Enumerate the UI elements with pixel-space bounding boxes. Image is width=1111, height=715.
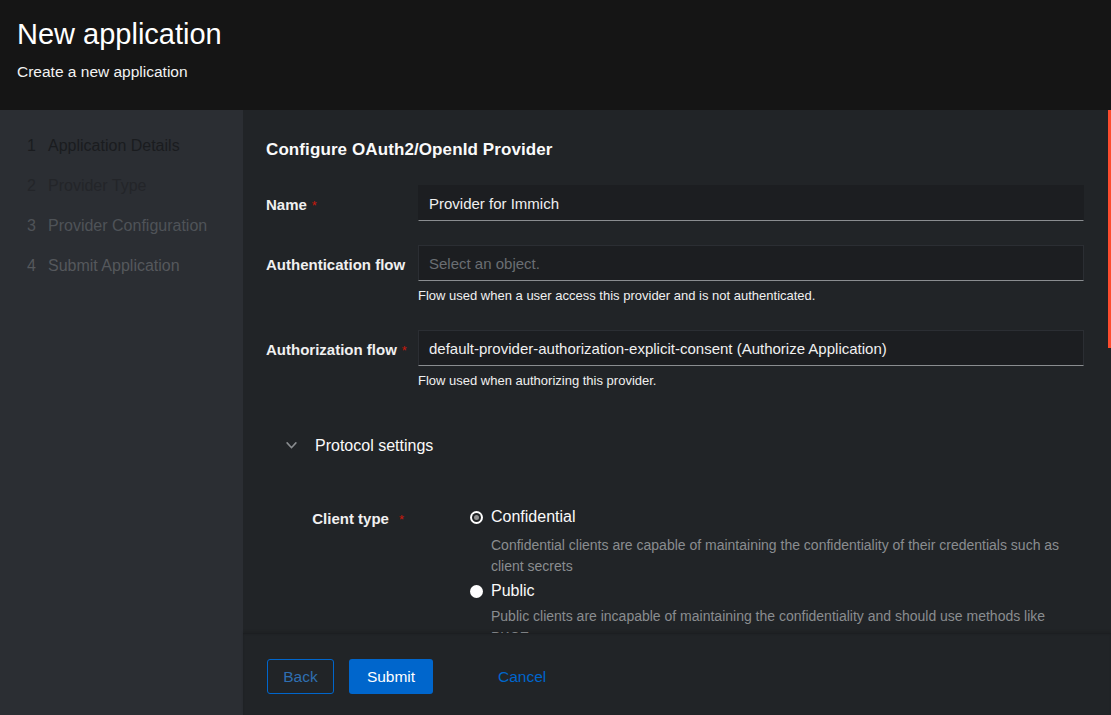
wizard-step-number: 2 xyxy=(27,177,48,195)
client-type-label: Client type* xyxy=(266,507,418,633)
client-type-option-public: Public Public clients are incapable of m… xyxy=(470,581,1084,633)
protocol-settings-toggle[interactable]: Protocol settings xyxy=(266,436,1084,456)
chevron-down-icon xyxy=(286,442,297,449)
form-row-authorization-flow: Authorization flow* Flow used when autho… xyxy=(266,330,1084,389)
name-label: Name* xyxy=(266,185,418,221)
wizard-step-application-details[interactable]: 1 Application Details xyxy=(0,126,243,166)
radio-public-label: Public xyxy=(491,582,535,600)
form-row-client-type: Client type* Confidential Confidential c… xyxy=(266,507,1084,633)
submit-button[interactable]: Submit xyxy=(349,659,433,694)
wizard-step-label: Application Details xyxy=(48,137,180,155)
page-header: New application Create a new application xyxy=(0,0,1111,110)
authorization-flow-helper: Flow used when authorizing this provider… xyxy=(418,373,1084,389)
page-subtitle: Create a new application xyxy=(17,63,1087,81)
page-title: New application xyxy=(17,19,1087,49)
wizard-step-label: Provider Configuration xyxy=(48,217,207,235)
wizard-step-number: 1 xyxy=(27,137,48,155)
protocol-settings-label: Protocol settings xyxy=(315,437,433,455)
radio-confidential-label: Confidential xyxy=(491,508,576,526)
authentication-flow-label: Authentication flow xyxy=(266,245,418,304)
required-asterisk: * xyxy=(312,198,317,213)
name-input[interactable] xyxy=(418,185,1084,221)
authentication-flow-select[interactable] xyxy=(418,245,1084,281)
client-type-radio-group: Confidential Confidential clients are ca… xyxy=(418,507,1084,633)
authorization-flow-select[interactable] xyxy=(418,330,1084,366)
radio-confidential[interactable] xyxy=(470,511,483,524)
content-heading: Configure OAuth2/OpenId Provider xyxy=(266,140,1084,159)
client-type-option-confidential: Confidential Confidential clients are ca… xyxy=(470,507,1084,577)
wizard-step-number: 4 xyxy=(27,257,48,275)
wizard-step-label: Provider Type xyxy=(48,177,146,195)
radio-public-desc: Public clients are incapable of maintain… xyxy=(491,606,1051,633)
cancel-link[interactable]: Cancel xyxy=(498,659,546,694)
radio-public[interactable] xyxy=(470,585,483,598)
back-button[interactable]: Back xyxy=(267,659,334,694)
radio-confidential-desc: Confidential clients are capable of main… xyxy=(491,535,1071,577)
wizard-nav: 1 Application Details 2 Provider Type 3 … xyxy=(0,110,243,715)
wizard-content: Configure OAuth2/OpenId Provider Name* A… xyxy=(243,110,1111,633)
wizard-footer: Back Submit Cancel xyxy=(243,633,1111,715)
authentication-flow-helper: Flow used when a user access this provid… xyxy=(418,288,1084,304)
wizard-step-provider-configuration[interactable]: 3 Provider Configuration xyxy=(0,206,243,246)
wizard-step-submit-application[interactable]: 4 Submit Application xyxy=(0,246,243,286)
wizard-step-provider-type[interactable]: 2 Provider Type xyxy=(0,166,243,206)
wizard-step-label: Submit Application xyxy=(48,257,180,275)
form-row-name: Name* xyxy=(266,185,1084,221)
required-asterisk: * xyxy=(399,512,404,527)
wizard-step-number: 3 xyxy=(27,217,48,235)
required-asterisk: * xyxy=(402,343,407,358)
authorization-flow-label: Authorization flow* xyxy=(266,330,418,389)
form-row-authentication-flow: Authentication flow Flow used when a use… xyxy=(266,245,1084,304)
